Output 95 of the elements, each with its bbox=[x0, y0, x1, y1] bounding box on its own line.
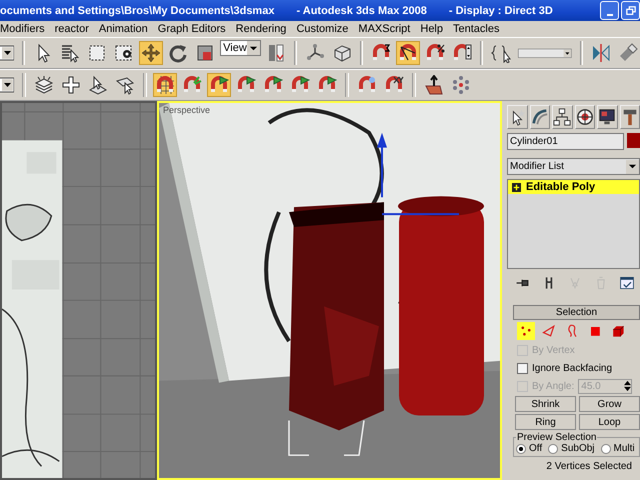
dot-ring-icon bbox=[451, 75, 471, 95]
magnet-icon bbox=[357, 75, 377, 95]
window-title: - Display : Direct 3D bbox=[448, 4, 553, 16]
radio-label: Off bbox=[529, 443, 542, 454]
align-icon bbox=[618, 43, 638, 63]
radio-option[interactable]: Multi bbox=[600, 443, 635, 454]
menu-item[interactable]: Animation bbox=[98, 23, 148, 35]
magnet-flag-icon bbox=[209, 75, 229, 95]
stack-item-label: Editable Poly bbox=[526, 181, 596, 193]
toolbar-button[interactable] bbox=[396, 41, 420, 65]
subobject-button[interactable] bbox=[517, 322, 535, 340]
box-icon bbox=[332, 43, 352, 63]
rollout-header[interactable]: Selection bbox=[513, 305, 640, 320]
checkbox-label: By Angle: bbox=[532, 380, 574, 392]
radio-button[interactable] bbox=[516, 444, 526, 454]
menu-item[interactable]: MAXScript bbox=[358, 23, 410, 35]
percent-magnet-icon bbox=[425, 43, 446, 63]
menu-item[interactable]: Rendering bbox=[236, 23, 286, 35]
scale-icon bbox=[195, 43, 216, 63]
expand-icon[interactable] bbox=[512, 182, 521, 192]
hammer-icon bbox=[620, 108, 639, 126]
color-swatch[interactable] bbox=[626, 133, 640, 148]
window-crossing-icon bbox=[114, 43, 134, 63]
menu-item[interactable]: Graph Editors bbox=[158, 23, 226, 35]
magnet-icon bbox=[371, 43, 392, 63]
panel-tab[interactable] bbox=[507, 105, 528, 129]
panel-tab[interactable] bbox=[620, 105, 640, 129]
radio-label: Multi bbox=[614, 443, 635, 454]
radio-button[interactable] bbox=[548, 444, 558, 454]
magnet-flag-icon bbox=[263, 75, 283, 95]
magnet-flag-icon bbox=[317, 75, 337, 95]
radio-button[interactable] bbox=[600, 444, 611, 454]
panel-tab[interactable] bbox=[574, 105, 595, 129]
panel-tab[interactable] bbox=[552, 105, 572, 129]
coordinate-dropdown[interactable]: View bbox=[220, 40, 261, 56]
panel-button[interactable]: Grow bbox=[579, 396, 640, 412]
window-title: ocuments and Settings\Bros\My Documents\3dsmax bbox=[0, 4, 274, 16]
checkbox-label: Ignore Backfacing bbox=[532, 362, 612, 374]
hand-cursor-icon bbox=[115, 75, 135, 95]
viewport[interactable]: Perspective bbox=[157, 101, 502, 480]
plane-cursor-icon bbox=[88, 75, 108, 95]
spinner-arrows-icon bbox=[624, 380, 632, 392]
spinner-magnet-icon bbox=[452, 43, 472, 63]
panel-button[interactable]: Loop bbox=[579, 414, 640, 430]
radio-option[interactable]: SubObj bbox=[548, 443, 595, 454]
angle-magnet-icon bbox=[398, 43, 418, 63]
cube-icon bbox=[610, 323, 626, 339]
rotate-icon bbox=[168, 43, 188, 63]
edge-icon bbox=[541, 323, 557, 339]
grid-arrow-icon bbox=[424, 75, 444, 95]
menu-item[interactable]: reactor bbox=[54, 23, 89, 35]
menu-item[interactable]: Help bbox=[420, 23, 443, 35]
radio-label: SubObj bbox=[561, 443, 595, 454]
group-title: Preview Selection bbox=[516, 432, 598, 443]
curve-icon bbox=[530, 108, 549, 126]
stack-item[interactable]: Editable Poly bbox=[508, 180, 639, 194]
selection-status: 2 Vertices Selected bbox=[545, 461, 633, 472]
object-name-field[interactable]: Cylinder01 bbox=[507, 133, 624, 150]
modifier-list-dropdown[interactable]: Modifier List bbox=[507, 158, 640, 175]
minimize-icon bbox=[606, 14, 612, 16]
panel-button[interactable]: Ring bbox=[515, 414, 576, 430]
toolbar-button[interactable] bbox=[207, 73, 231, 97]
window-title: - Autodesk 3ds Max 2008 bbox=[296, 4, 427, 16]
restore-icon bbox=[626, 6, 636, 16]
magnet-flag-icon bbox=[290, 75, 310, 95]
rectangle-select-icon bbox=[87, 43, 108, 63]
plus-icon bbox=[61, 75, 81, 95]
menu-item[interactable]: Tentacles bbox=[453, 23, 500, 35]
braces-cursor-icon bbox=[491, 43, 512, 63]
grid-magnet-icon bbox=[155, 75, 175, 95]
viewport-label[interactable]: Perspective bbox=[163, 105, 210, 115]
radio-option[interactable]: Off bbox=[516, 443, 542, 454]
hierarchy-icon bbox=[553, 108, 572, 126]
axis-tripod-icon bbox=[304, 43, 325, 63]
magnet-axes-icon bbox=[384, 75, 404, 95]
panel-button[interactable]: Shrink bbox=[515, 396, 576, 412]
panel-tab[interactable] bbox=[530, 105, 550, 129]
list-cursor-icon bbox=[60, 43, 80, 63]
checkbox-label: By Vertex bbox=[532, 344, 575, 356]
stack-tool-button[interactable] bbox=[619, 275, 635, 291]
mirror-icon bbox=[591, 43, 611, 63]
menu-item[interactable]: Customize bbox=[296, 23, 348, 35]
move-icon bbox=[141, 43, 162, 63]
minimize-button[interactable] bbox=[600, 1, 619, 20]
checkbox[interactable] bbox=[517, 362, 528, 374]
toolbar-button[interactable] bbox=[139, 41, 164, 65]
layers-icon bbox=[34, 75, 54, 95]
menu-item[interactable]: Modifiers bbox=[0, 23, 45, 35]
wheel-icon bbox=[576, 108, 594, 126]
panel-tab[interactable] bbox=[597, 105, 618, 129]
magnet-icon bbox=[182, 75, 202, 95]
configure-icon bbox=[619, 275, 635, 291]
restore-button[interactable] bbox=[621, 1, 640, 20]
magnet-flag-icon bbox=[236, 75, 256, 95]
monitor-icon bbox=[598, 108, 616, 126]
